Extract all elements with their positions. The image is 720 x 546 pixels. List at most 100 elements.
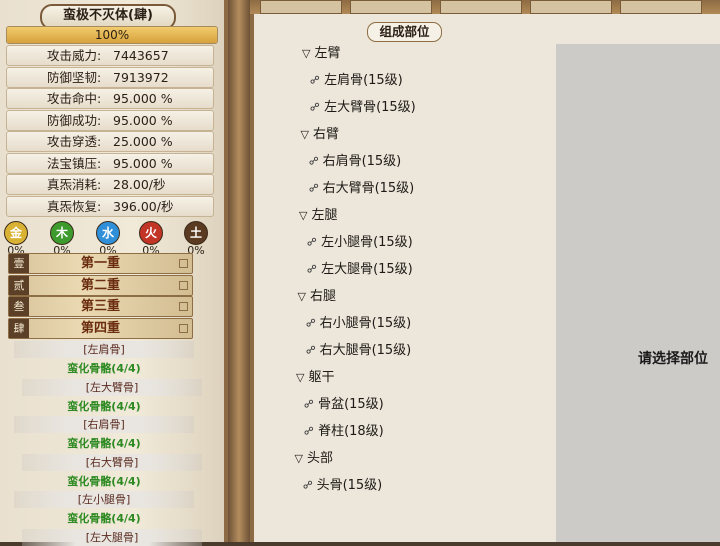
- bone-icon: ⚯: [302, 314, 319, 332]
- tree-item-label: 左肩骨(15级): [324, 73, 403, 88]
- part-tag[interactable]: [左大臂骨]: [22, 378, 202, 396]
- tree-group-5[interactable]: ▽ 头部: [295, 447, 333, 466]
- progress-bar: 100%: [6, 26, 218, 44]
- tree-item[interactable]: ⚯脊柱(18级): [300, 420, 384, 440]
- part-tag[interactable]: [左大腿骨]: [22, 528, 202, 546]
- stat-row: 法宝镇压: 95.000 %: [6, 152, 214, 174]
- stat-value: 396.00/秒: [113, 198, 174, 214]
- tree-item-label: 头骨(15级): [316, 478, 383, 493]
- part-tag[interactable]: [左小腿骨]: [14, 491, 194, 508]
- stat-label: 攻击穿透:: [47, 134, 102, 149]
- layer-name: 第二重: [80, 277, 120, 293]
- top-tab[interactable]: [350, 0, 432, 14]
- tree-group-label: 躯干: [308, 370, 335, 385]
- stat-value: 95.000 %: [113, 112, 173, 128]
- element-item[interactable]: 土 0%: [176, 221, 216, 257]
- tree-group-label: 左腿: [311, 208, 338, 223]
- tree-group-1[interactable]: ▽ 右臂: [301, 123, 339, 142]
- tree-item[interactable]: ⚯右大腿骨(15级): [302, 339, 412, 358]
- layer-row[interactable]: 贰第二重: [8, 274, 193, 296]
- stat-row: 攻击穿透: 25.000 %: [6, 131, 214, 152]
- tree-item-label: 骨盆(15级): [318, 397, 384, 412]
- element-orb-icon: 木: [50, 221, 74, 245]
- element-orb-icon: 金: [4, 221, 28, 245]
- tree-group-4[interactable]: ▽ 躯干: [296, 366, 334, 385]
- layer-row[interactable]: 叁第三重: [8, 296, 193, 317]
- part-tag[interactable]: [右肩骨]: [14, 416, 194, 433]
- stat-value: 7443657: [113, 48, 169, 63]
- element-orb-icon: 火: [139, 221, 163, 245]
- element-item[interactable]: 火 0%: [131, 221, 171, 257]
- tree-item-label: 脊柱(18级): [318, 424, 384, 439]
- layer-checkbox[interactable]: [179, 323, 188, 333]
- tree-item[interactable]: ⚯左小腿骨(15级): [303, 231, 413, 251]
- layer-name: 第四重: [80, 320, 120, 336]
- top-tab[interactable]: [440, 0, 522, 14]
- triangle-down-icon: ▽: [294, 452, 303, 465]
- bone-icon: ⚯: [306, 98, 324, 116]
- tree-item-label: 左大臂骨(15级): [324, 100, 416, 115]
- tree-item-label: 右大臂骨(15级): [322, 181, 415, 196]
- stat-value: 7913972: [113, 69, 169, 85]
- part-status: 蛮化骨骼(4/4): [67, 474, 141, 488]
- layer-name: 第三重: [80, 299, 120, 314]
- bone-icon: ⚯: [303, 260, 321, 278]
- tree-item[interactable]: ⚯右肩骨(15级): [305, 150, 402, 169]
- stat-row: 攻击命中: 95.000 %: [6, 88, 214, 109]
- triangle-down-icon: ▽: [297, 290, 306, 303]
- part-status: 蛮化骨骼(4/4): [67, 362, 141, 375]
- layer-row[interactable]: 壹第一重: [8, 253, 193, 274]
- stat-value: 28.00/秒: [113, 177, 166, 192]
- tree-item[interactable]: ⚯头骨(15级): [299, 474, 383, 493]
- stat-row: 真炁消耗: 28.00/秒: [6, 174, 214, 195]
- layer-checkbox[interactable]: [179, 280, 188, 290]
- tree-group-2[interactable]: ▽ 左腿: [299, 204, 337, 223]
- stat-label: 真炁消耗:: [47, 177, 102, 192]
- stat-label: 真炁恢复:: [47, 198, 102, 214]
- layer-checkbox[interactable]: [179, 302, 188, 311]
- tree-group-label: 左臂: [314, 46, 341, 61]
- tree-item[interactable]: ⚯左大腿骨(15级): [303, 258, 413, 278]
- triangle-down-icon: ▽: [302, 47, 311, 60]
- tree-item[interactable]: ⚯骨盆(15级): [301, 393, 384, 412]
- tree-item-label: 左大腿骨(15级): [321, 262, 413, 277]
- triangle-down-icon: ▽: [300, 128, 309, 141]
- element-item[interactable]: 水 0%: [88, 221, 128, 257]
- tree-item-label: 右小腿骨(15级): [319, 316, 412, 331]
- top-tab[interactable]: [530, 0, 612, 14]
- tree-item[interactable]: ⚯右大臂骨(15级): [305, 177, 415, 196]
- stat-label: 攻击威力:: [47, 48, 102, 63]
- bone-icon: ⚯: [302, 341, 319, 359]
- tree-group-label: 右臂: [312, 127, 339, 142]
- layer-checkbox[interactable]: [179, 259, 188, 268]
- tree-item[interactable]: ⚯右小腿骨(15级): [302, 312, 412, 331]
- top-tab[interactable]: [260, 0, 342, 14]
- tree-group-3[interactable]: ▽ 右腿: [298, 285, 336, 304]
- tree-item[interactable]: ⚯左大臂骨(15级): [306, 96, 416, 116]
- part-status: 蛮化骨骼(4/4): [67, 399, 141, 413]
- top-tab[interactable]: [620, 0, 702, 14]
- triangle-down-icon: ▽: [299, 209, 308, 222]
- element-item[interactable]: 金 0%: [0, 221, 36, 257]
- bone-icon: ⚯: [300, 422, 318, 440]
- stat-label: 防御成功:: [47, 112, 102, 128]
- tree-item-label: 右大腿骨(15级): [319, 343, 412, 358]
- part-tag[interactable]: [左肩骨]: [14, 341, 194, 358]
- layer-row[interactable]: 肆第四重: [8, 317, 193, 339]
- progress-text: 100%: [94, 28, 130, 42]
- top-tab-strip: [250, 0, 720, 14]
- element-orb-icon: 土: [184, 221, 208, 245]
- tree-group-label: 右腿: [309, 289, 336, 304]
- part-detail-pane: [556, 44, 720, 542]
- tree-item-label: 右肩骨(15级): [322, 154, 402, 169]
- bone-icon: ⚯: [299, 476, 316, 494]
- detail-hint: 请选择部位: [638, 351, 708, 367]
- bone-icon: ⚯: [305, 179, 322, 197]
- tree-group-0[interactable]: ▽ 左臂: [302, 42, 340, 61]
- stat-row: 真炁恢复: 396.00/秒: [6, 195, 214, 217]
- tree-item[interactable]: ⚯左肩骨(15级): [307, 69, 403, 88]
- bone-icon: ⚯: [303, 233, 321, 251]
- element-item[interactable]: 木 0%: [42, 221, 82, 257]
- stat-label: 攻击命中:: [47, 91, 102, 106]
- part-tag[interactable]: [右大臂骨]: [22, 453, 202, 471]
